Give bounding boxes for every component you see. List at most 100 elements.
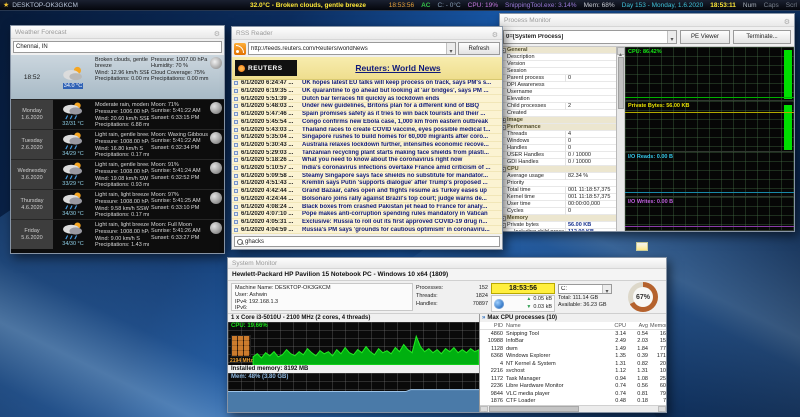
news-item[interactable]: 6/1/2020 4:24:44 ... Bolsonaro joins ral… <box>232 196 502 204</box>
weather-titlebar[interactable]: Weather Forecast <box>11 26 224 39</box>
reuters-logo-dot-icon <box>238 65 245 72</box>
rain-cloud-icon <box>62 222 84 240</box>
news-item[interactable]: 6/1/2020 4:42:44 ... Grand Bazaar, cafes… <box>232 188 502 196</box>
network-traffic-box: 0.05 kB 0.03 kB <box>491 295 555 312</box>
news-item[interactable]: 6/1/2020 5:10:57 ... India's coronavirus… <box>232 165 502 173</box>
process-selector-combobox[interactable]: 0=[System Process] <box>503 30 677 44</box>
news-item[interactable]: 6/1/2020 6:24:47 ... UK hopes latest EU … <box>232 80 502 88</box>
process-row[interactable]: 4 NT Kernel & System 1.31 0.82 20 <box>480 360 666 368</box>
forecast-description: Light rain, gentle breeze Pressure: 1008… <box>93 130 150 159</box>
property-row[interactable]: Including child proce... 112.00 KB <box>500 229 616 231</box>
process-row[interactable]: 10988 InfoBar 2.49 2.03 15 <box>480 338 666 346</box>
news-item[interactable]: 6/1/2020 4:51:43 ... Kremlin says Putin … <box>232 180 502 188</box>
expander-icon[interactable] <box>234 81 238 85</box>
news-item[interactable]: 6/1/2020 5:48:03 ... Under new guideline… <box>232 103 502 111</box>
sysmon-titlebar[interactable]: System Monitor <box>228 258 666 269</box>
search-input[interactable]: ghacks <box>234 236 500 247</box>
process-row[interactable]: 6368 Windows Explorer 1.35 0.39 171 <box>480 353 666 361</box>
expander-icon[interactable] <box>234 112 238 116</box>
expander-icon[interactable] <box>234 120 238 124</box>
expander-icon[interactable] <box>234 158 238 162</box>
cpu-core-heat-icon <box>231 335 251 357</box>
io-writes-graph: I/O Writes: 0.00 B <box>625 197 794 231</box>
expander-icon[interactable] <box>234 228 238 232</box>
rss-titlebar[interactable]: RSS Reader <box>232 27 502 40</box>
expander-icon[interactable] <box>234 143 238 147</box>
location-input[interactable]: Chennai, IN <box>13 41 222 53</box>
news-item[interactable]: 6/1/2020 5:47:46 ... Spain promises safe… <box>232 111 502 119</box>
scrollbar-thumb[interactable] <box>618 57 624 109</box>
expander-icon[interactable] <box>234 166 238 170</box>
process-row[interactable]: 1172 Task Manager 0.94 1.08 25 <box>480 375 666 383</box>
expander-icon[interactable] <box>234 128 238 132</box>
news-item[interactable]: 6/1/2020 5:45:54 ... Congo confirms new … <box>232 119 502 127</box>
star-icon <box>3 0 9 11</box>
expander-icon[interactable] <box>234 174 238 178</box>
drive-selector-combobox[interactable]: C: <box>558 284 612 294</box>
weather-window: Weather Forecast Chennai, IN 18:52 34.0 … <box>10 25 225 254</box>
weather-forecast-row: Friday 5.6.2020 34/30 °C <box>11 219 224 249</box>
news-item[interactable]: 6/1/2020 5:43:03 ... Thailand races to c… <box>232 126 502 134</box>
expander-icon[interactable] <box>234 212 238 216</box>
process-row[interactable]: 2236 Libre Hardware Monitor 0.74 0.56 60 <box>480 383 666 391</box>
scrollbar-thumb[interactable] <box>489 406 579 412</box>
minimized-widget-icon[interactable] <box>636 242 648 251</box>
scroll-up-icon[interactable] <box>617 47 625 55</box>
pe-viewer-button[interactable]: PE Viewer <box>680 30 730 44</box>
terminate-button[interactable]: Terminate... <box>733 30 791 44</box>
expander-icon[interactable] <box>234 104 238 108</box>
expander-icon[interactable] <box>234 197 238 201</box>
search-icon <box>237 239 243 245</box>
process-row[interactable]: 1876 CTF Loader 0.48 0.18 7 <box>480 398 666 406</box>
scrollbar-track[interactable] <box>580 406 658 412</box>
chevron-down-icon[interactable] <box>602 284 611 294</box>
expander-icon[interactable] <box>234 89 238 93</box>
chevron-down-icon[interactable] <box>667 30 676 44</box>
news-item[interactable]: 6/1/2020 5:35:04 ... Singapore rushes to… <box>232 134 502 142</box>
io-reads-trace-line <box>625 192 794 193</box>
scroll-right-icon[interactable] <box>658 406 666 412</box>
expander-icon[interactable] <box>234 205 238 209</box>
expander-icon[interactable] <box>234 220 238 224</box>
forecast-date-cell: Friday 5.6.2020 <box>11 220 53 249</box>
process-row[interactable]: 4860 Snipping Tool 3.14 0.54 16 <box>480 330 666 338</box>
news-item[interactable]: 6/1/2020 4:08:24 ... Black boxes from cr… <box>232 203 502 211</box>
weather-forecast-list: Monday 1.6.2020 32/31 °C <box>11 99 224 253</box>
memory-history-graph: Mem: 48% (3.80 GB) <box>228 373 479 412</box>
process-rows: 4860 Snipping Tool 3.14 0.54 16 10988 In… <box>480 330 666 405</box>
expander-icon[interactable] <box>234 135 238 139</box>
chevron-right-icon[interactable] <box>482 315 485 321</box>
refresh-button[interactable]: Refresh <box>458 42 500 55</box>
expander-icon[interactable] <box>234 181 238 185</box>
news-item[interactable]: 6/1/2020 4:07:10 ... Pope makes anti-cor… <box>232 211 502 219</box>
network-globe-icon <box>494 299 504 309</box>
process-row[interactable]: 2216 svchost 1.12 1.31 10 <box>480 368 666 376</box>
forecast-icon-cell: 32/31 °C <box>53 100 93 129</box>
news-item[interactable]: 6/1/2020 4:05:31 ... Exclusive: Russia t… <box>232 219 502 227</box>
news-item[interactable]: 6/1/2020 5:09:58 ... Steamy Singapore sa… <box>232 172 502 180</box>
scroll-left-icon[interactable] <box>480 406 488 412</box>
news-item[interactable]: 6/1/2020 4:04:59 ... Russia's PM says 'g… <box>232 226 502 234</box>
disk-temp-label: C: - 0°C <box>437 0 460 11</box>
expander-icon[interactable] <box>234 97 238 101</box>
news-item[interactable]: 6/1/2020 5:29:03 ... Tanzanian recycling… <box>232 149 502 157</box>
memory-usage-label: Mem: 68% <box>584 0 615 11</box>
procmon-titlebar[interactable]: Process Monitor <box>500 14 794 27</box>
process-row[interactable]: 9844 VLC media player 0.74 0.81 79 <box>480 390 666 398</box>
forecast-date-cell: Tuesday 2.6.2020 <box>11 130 53 159</box>
news-item[interactable]: 6/1/2020 5:30:43 ... Australia relaxes l… <box>232 142 502 150</box>
weather-forecast-row: Thursday 4.6.2020 34/30 °C <box>11 189 224 219</box>
clock-network-column: 18:53:56 0.05 kB 0.03 kB <box>491 283 555 311</box>
current-time: 18:52 <box>11 55 53 99</box>
news-item[interactable]: 6/1/2020 5:18:26 ... What you need to kn… <box>232 157 502 165</box>
process-row[interactable]: 1128 dwm 1.49 1.84 77 <box>480 345 666 353</box>
news-item[interactable]: 6/1/2020 6:19:35 ... UK quarantine to go… <box>232 88 502 96</box>
horizontal-scrollbar[interactable] <box>480 405 666 412</box>
expander-icon[interactable] <box>234 151 238 155</box>
news-item[interactable]: 6/1/2020 5:51:39 ... Dutch bar terraces … <box>232 95 502 103</box>
property-grid-scrollbar[interactable] <box>617 47 625 231</box>
feed-url-combobox[interactable]: http://feeds.reuters.com/Reuters/worldNe… <box>248 42 456 55</box>
chevron-down-icon[interactable] <box>446 42 455 55</box>
expander-icon[interactable] <box>234 189 238 193</box>
download-rate: 0.03 kB <box>533 304 552 312</box>
